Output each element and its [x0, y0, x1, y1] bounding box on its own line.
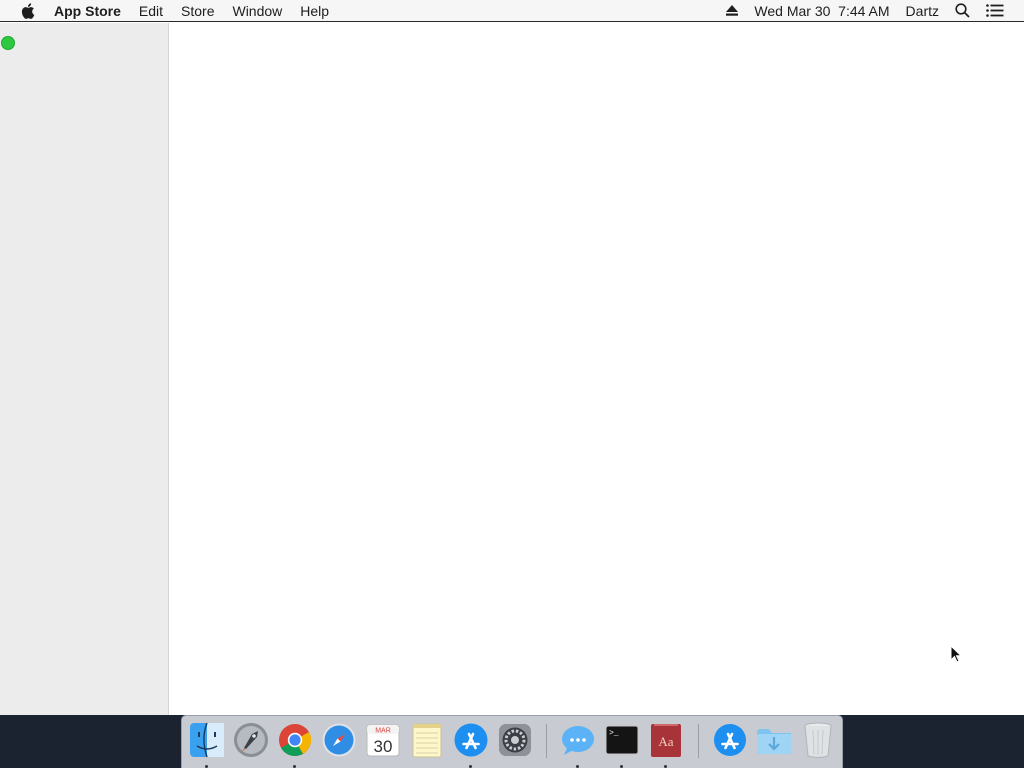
app-store-icon — [454, 723, 488, 757]
dock-item-safari[interactable] — [319, 720, 359, 760]
chrome-icon — [279, 724, 312, 757]
mouse-cursor-icon — [950, 644, 963, 663]
dock-item-notes[interactable] — [407, 720, 447, 760]
spotlight-search-icon[interactable] — [947, 3, 978, 18]
dock-item-app-store[interactable] — [451, 720, 491, 768]
clock-datetime[interactable]: Wed Mar 30 7:44 AM — [746, 0, 897, 22]
menu-bar-left: App Store Edit Store Window Help — [0, 0, 338, 22]
dictionary-label: Aa — [658, 734, 673, 749]
dock-item-launchpad[interactable] — [231, 720, 271, 760]
dock-item-downloads[interactable] — [754, 720, 794, 760]
launchpad-icon — [234, 723, 268, 757]
dock: MAR 30 >_ Aa — [181, 715, 843, 768]
menu-bar: App Store Edit Store Window Help Wed Mar… — [0, 0, 1024, 22]
calendar-day: 30 — [374, 737, 393, 756]
dock-item-dictionary[interactable]: Aa — [646, 720, 686, 768]
calendar-month: MAR — [375, 728, 391, 735]
downloads-folder-icon — [757, 729, 791, 754]
trash-icon — [804, 722, 832, 758]
dock-item-applications[interactable] — [710, 720, 750, 760]
window-zoom-button[interactable] — [1, 36, 15, 50]
applications-folder-icon — [714, 724, 746, 756]
apple-menu-icon[interactable] — [20, 2, 36, 19]
app-content-area — [169, 23, 1024, 715]
eject-icon[interactable] — [718, 5, 746, 16]
user-name[interactable]: Dartz — [898, 0, 947, 22]
notification-center-icon[interactable] — [978, 4, 1012, 17]
dock-item-terminal[interactable]: >_ — [602, 720, 642, 768]
dock-item-messages[interactable] — [558, 720, 598, 768]
menu-edit[interactable]: Edit — [130, 0, 172, 22]
menu-help[interactable]: Help — [291, 0, 338, 22]
menu-window[interactable]: Window — [223, 0, 291, 22]
dock-item-finder[interactable] — [187, 720, 227, 768]
dock-item-trash[interactable] — [798, 720, 838, 760]
app-sidebar — [0, 23, 169, 715]
terminal-prompt: >_ — [609, 729, 619, 738]
notes-icon — [412, 723, 442, 758]
dock-item-chrome[interactable] — [275, 720, 315, 768]
dock-item-calendar[interactable]: MAR 30 — [363, 720, 403, 760]
safari-icon — [322, 723, 356, 757]
finder-icon — [190, 722, 224, 758]
dock-separator — [546, 724, 547, 758]
menu-bar-right: Wed Mar 30 7:44 AM Dartz — [718, 0, 1024, 22]
calendar-icon: MAR 30 — [366, 724, 400, 757]
menu-app-name[interactable]: App Store — [54, 0, 130, 22]
messages-icon — [562, 726, 594, 755]
system-preferences-icon — [499, 724, 531, 756]
dictionary-icon: Aa — [651, 724, 681, 757]
terminal-icon: >_ — [605, 725, 639, 755]
dock-separator — [698, 724, 699, 758]
menu-store[interactable]: Store — [172, 0, 223, 22]
dock-item-system-preferences[interactable] — [495, 720, 535, 760]
